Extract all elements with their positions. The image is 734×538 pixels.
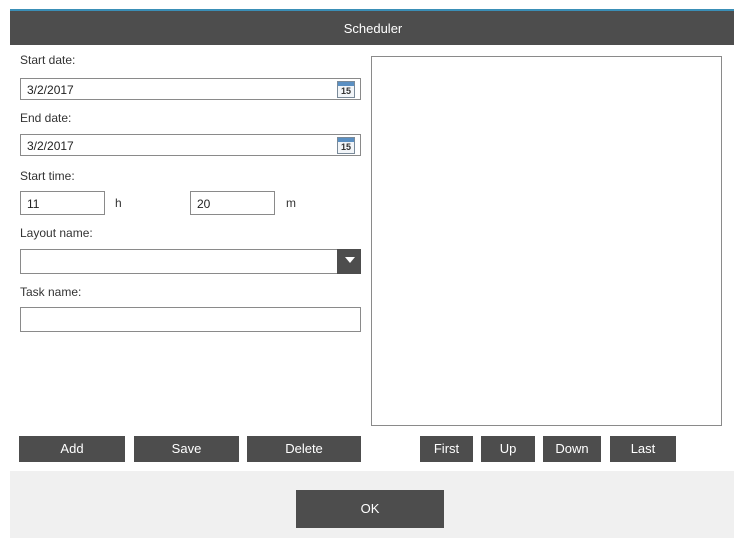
task-name-label: Task name: — [20, 285, 82, 299]
delete-button[interactable]: Delete — [247, 436, 361, 462]
start-time-label: Start time: — [20, 169, 75, 183]
minute-unit: m — [286, 196, 296, 210]
start-date-label: Start date: — [20, 53, 76, 67]
hour-value: 11 — [27, 197, 40, 211]
task-list[interactable] — [371, 56, 722, 426]
first-button[interactable]: First — [420, 436, 473, 462]
dialog-footer: OK — [10, 471, 734, 538]
task-name-input[interactable] — [20, 307, 361, 332]
minute-value: 20 — [197, 197, 211, 211]
down-button[interactable]: Down — [543, 436, 601, 462]
end-date-field[interactable]: 3/2/2017 15 — [20, 134, 361, 156]
scheduler-dialog: Scheduler Start date: 3/2/2017 15 End da… — [10, 9, 734, 538]
title-bar: Scheduler — [10, 9, 734, 45]
window-title: Scheduler — [343, 21, 403, 36]
minute-input[interactable]: 20 — [190, 191, 275, 215]
layout-name-dropdown[interactable] — [20, 249, 361, 274]
ok-button[interactable]: OK — [296, 490, 444, 528]
calendar-icon[interactable]: 15 — [337, 137, 355, 154]
chevron-down-icon[interactable] — [337, 249, 361, 274]
last-button[interactable]: Last — [610, 436, 676, 462]
up-button[interactable]: Up — [481, 436, 535, 462]
end-date-label: End date: — [20, 111, 72, 125]
end-date-value: 3/2/2017 — [27, 139, 74, 153]
layout-name-label: Layout name: — [20, 226, 93, 240]
hour-input[interactable]: 11 — [20, 191, 105, 215]
start-date-field[interactable]: 3/2/2017 15 — [20, 78, 361, 100]
start-date-value: 3/2/2017 — [27, 83, 74, 97]
add-button[interactable]: Add — [19, 436, 125, 462]
calendar-icon[interactable]: 15 — [337, 81, 355, 98]
hour-unit: h — [115, 196, 122, 210]
save-button[interactable]: Save — [134, 436, 239, 462]
